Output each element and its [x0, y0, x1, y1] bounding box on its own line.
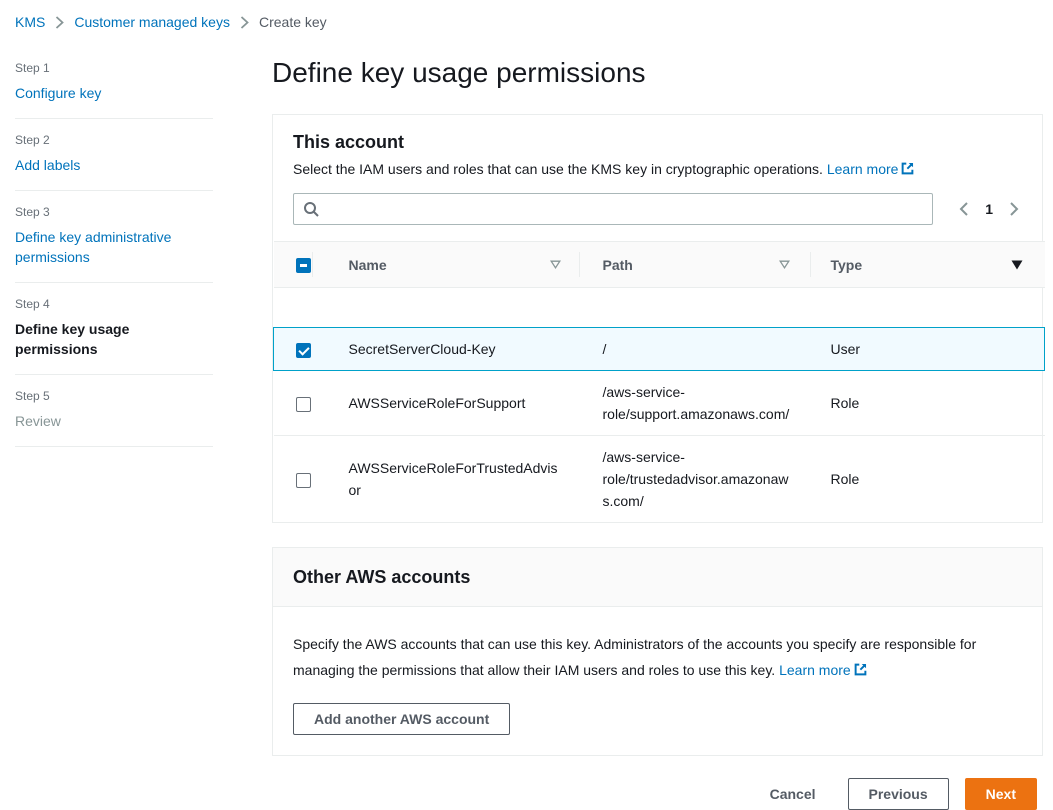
empty-row	[274, 288, 1045, 328]
cell-type: Role	[810, 436, 1045, 523]
step-number: Step 3	[15, 205, 213, 219]
iam-entities-table: Name Path Type SecretServerCloud-Key/Use…	[273, 241, 1045, 522]
cell-name: AWSServiceRoleForSupport	[312, 371, 579, 436]
this-account-card: This account Select the IAM users and ro…	[272, 114, 1043, 523]
column-header-path[interactable]: Path	[579, 242, 810, 288]
breadcrumb-item-kms[interactable]: KMS	[15, 14, 45, 30]
steps-nav: Step 1Configure keyStep 2Add labelsStep …	[15, 50, 213, 447]
step-item-step-4: Step 4 Define key usage permissions	[15, 283, 213, 375]
step-item-step-3: Step 3 Define key administrative permissi…	[15, 191, 213, 283]
other-accounts-description: Specify the AWS accounts that can use th…	[293, 631, 1022, 683]
header-checkbox-cell	[274, 242, 312, 288]
breadcrumb-item-customer-managed-keys[interactable]: Customer managed keys	[74, 14, 230, 30]
this-account-description: Select the IAM users and roles that can …	[293, 159, 1022, 179]
this-account-description-text: Select the IAM users and roles that can …	[293, 161, 823, 177]
cell-path: /	[579, 328, 810, 371]
search-input[interactable]	[293, 193, 933, 225]
step-link-define-key-usage-permissions: Define key usage permissions	[15, 319, 213, 359]
chevron-right-icon	[240, 16, 249, 29]
learn-more-link[interactable]: Learn more	[827, 161, 915, 177]
cell-path: /aws-service-role/trustedadvisor.amazona…	[579, 436, 810, 523]
column-header-type[interactable]: Type	[810, 242, 1045, 288]
step-item-step-2: Step 2 Add labels	[15, 119, 213, 191]
table-toolbar: 1	[273, 193, 1042, 241]
current-page-number[interactable]: 1	[985, 201, 993, 217]
cancel-button[interactable]: Cancel	[760, 780, 826, 808]
row-checkbox[interactable]	[296, 397, 311, 412]
step-number: Step 2	[15, 133, 213, 147]
step-number: Step 1	[15, 61, 213, 75]
page-title: Define key usage permissions	[272, 56, 1043, 90]
other-accounts-header: Other AWS accounts	[273, 548, 1042, 607]
column-path-label: Path	[603, 257, 633, 273]
other-accounts-title: Other AWS accounts	[293, 566, 1022, 588]
column-name-label: Name	[349, 257, 387, 273]
chevron-left-icon	[958, 201, 970, 217]
cell-type: Role	[810, 371, 1045, 436]
other-accounts-card: Other AWS accounts Specify the AWS accou…	[272, 547, 1043, 756]
step-item-step-5: Step 5 Review	[15, 375, 213, 447]
column-type-label: Type	[831, 257, 863, 273]
row-checkbox-cell	[274, 371, 312, 436]
row-checkbox[interactable]	[296, 343, 311, 358]
step-link-review: Review	[15, 411, 213, 431]
cell-name: AWSServiceRoleForTrustedAdvisor	[312, 436, 579, 523]
chevron-right-icon	[1008, 201, 1020, 217]
select-all-checkbox[interactable]	[296, 258, 311, 273]
learn-more-link[interactable]: Learn more	[779, 662, 867, 678]
table-row[interactable]: AWSServiceRoleForTrustedAdvisor/aws-serv…	[274, 436, 1045, 523]
previous-page-button[interactable]	[958, 199, 970, 219]
step-item-step-1: Step 1 Configure key	[15, 50, 213, 119]
row-checkbox-cell	[274, 436, 312, 523]
breadcrumb-item-create-key: Create key	[259, 14, 327, 30]
learn-more-label: Learn more	[779, 662, 851, 678]
main-content: Define key usage permissions This accoun…	[272, 46, 1043, 810]
table-row[interactable]: SecretServerCloud-Key/User	[274, 328, 1045, 371]
row-checkbox-cell	[274, 328, 312, 371]
add-another-aws-account-button[interactable]: Add another AWS account	[293, 703, 510, 735]
step-number: Step 4	[15, 297, 213, 311]
breadcrumb: KMS Customer managed keys Create key	[0, 0, 1053, 30]
external-link-icon	[901, 162, 914, 175]
step-link-configure-key[interactable]: Configure key	[15, 83, 213, 103]
next-button[interactable]: Next	[965, 778, 1037, 810]
cell-path: /aws-service-role/support.amazonaws.com/	[579, 371, 810, 436]
step-link-define-key-administrative-permissions[interactable]: Define key administrative permissions	[15, 227, 213, 267]
sort-icon[interactable]	[550, 260, 561, 269]
step-number: Step 5	[15, 389, 213, 403]
external-link-icon	[854, 663, 867, 676]
chevron-right-icon	[55, 16, 64, 29]
column-header-name[interactable]: Name	[312, 242, 579, 288]
next-page-button[interactable]	[1008, 199, 1020, 219]
this-account-title: This account	[293, 131, 1022, 153]
cell-type: User	[810, 328, 1045, 371]
filter-icon[interactable]	[1011, 260, 1023, 270]
page-layout: Step 1Configure keyStep 2Add labelsStep …	[0, 30, 1053, 810]
table-row[interactable]: AWSServiceRoleForSupport/aws-service-rol…	[274, 371, 1045, 436]
row-checkbox[interactable]	[296, 473, 311, 488]
learn-more-label: Learn more	[827, 161, 899, 177]
pagination: 1	[958, 199, 1022, 219]
other-accounts-description-text: Specify the AWS accounts that can use th…	[293, 636, 976, 678]
this-account-header: This account Select the IAM users and ro…	[273, 115, 1042, 193]
cell-name: SecretServerCloud-Key	[312, 328, 579, 371]
sort-icon[interactable]	[779, 260, 790, 269]
wizard-footer: Cancel Previous Next	[272, 778, 1043, 810]
table-header-row: Name Path Type	[274, 242, 1045, 288]
table-body: SecretServerCloud-Key/UserAWSServiceRole…	[274, 288, 1045, 523]
other-accounts-body: Specify the AWS accounts that can use th…	[273, 607, 1042, 755]
search-box	[293, 193, 933, 225]
previous-button[interactable]: Previous	[848, 778, 949, 810]
step-link-add-labels[interactable]: Add labels	[15, 155, 213, 175]
